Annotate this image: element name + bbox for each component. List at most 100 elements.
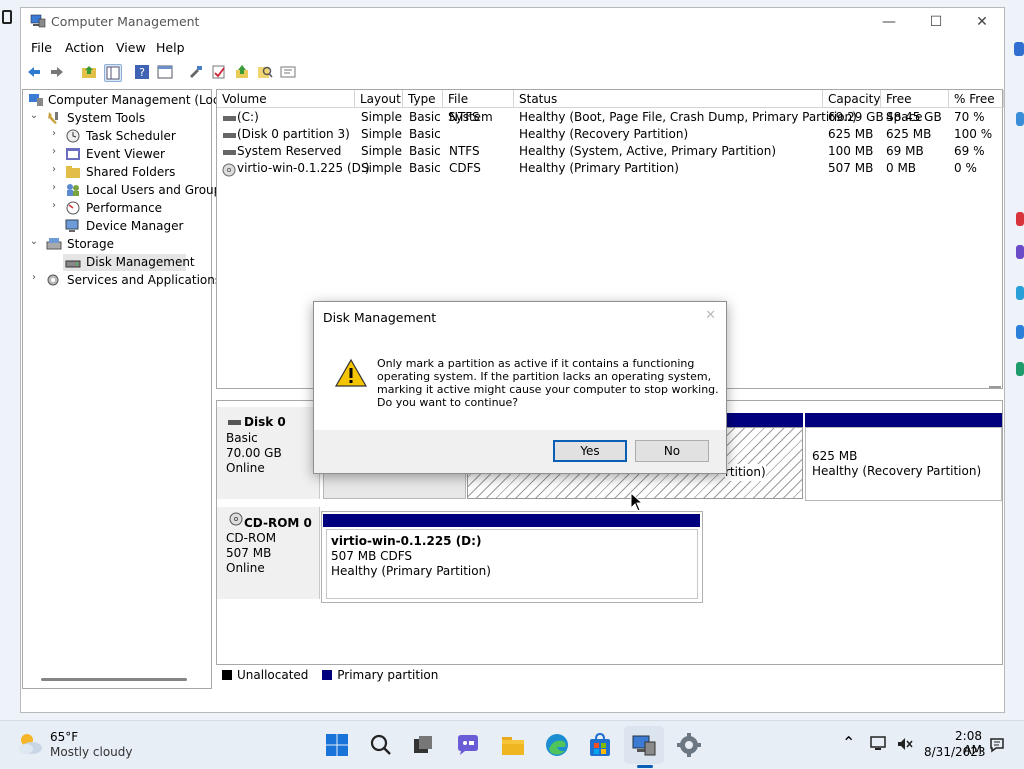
properties-icon[interactable] bbox=[280, 64, 296, 80]
computer-management-taskbar-icon[interactable] bbox=[630, 731, 658, 759]
menu-view[interactable]: View bbox=[116, 40, 146, 55]
cell-layout: Simple bbox=[361, 144, 402, 158]
column-header-status[interactable]: Status bbox=[514, 90, 823, 108]
cell-free-space: 69 MB bbox=[886, 144, 924, 158]
device-manager-icon bbox=[65, 219, 79, 232]
back-arrow-icon[interactable] bbox=[26, 64, 42, 80]
column-header-type[interactable]: Type bbox=[403, 90, 443, 108]
column-header-file-system[interactable]: File System bbox=[443, 90, 514, 124]
file-explorer-icon[interactable] bbox=[499, 731, 527, 759]
chevron-down-icon[interactable]: ⌄ bbox=[29, 236, 39, 247]
chevron-down-icon[interactable]: ⌄ bbox=[29, 110, 39, 121]
column-header-layout[interactable]: Layout bbox=[355, 90, 403, 108]
chevron-right-icon[interactable]: › bbox=[49, 182, 59, 193]
dialog-message-line: Only mark a partition as active if it co… bbox=[377, 357, 695, 370]
dialog-close-icon[interactable]: ✕ bbox=[705, 308, 716, 323]
tree-horizontal-scrollbar[interactable] bbox=[41, 678, 187, 681]
desktop-edge-icon bbox=[1016, 362, 1024, 376]
dialog-title: Disk Management bbox=[323, 310, 437, 325]
tree-item-task-scheduler[interactable]: Task Scheduler bbox=[86, 127, 176, 145]
dialog-message-line: Do you want to continue? bbox=[377, 396, 519, 409]
export-icon[interactable] bbox=[234, 64, 250, 80]
yes-button[interactable]: Yes bbox=[553, 440, 627, 462]
chevron-right-icon[interactable]: › bbox=[49, 146, 59, 157]
tree-item-event-viewer[interactable]: Event Viewer bbox=[86, 145, 165, 163]
tree-item-device-manager[interactable]: Device Manager bbox=[86, 217, 183, 235]
notification-icon[interactable] bbox=[988, 736, 1006, 754]
disk-0-recovery-partition[interactable]: 625 MB Healthy (Recovery Partition) bbox=[805, 413, 1002, 501]
title-bar[interactable]: Computer Management — ☐ ✕ bbox=[21, 8, 1004, 36]
column-header-volume[interactable]: Volume bbox=[217, 90, 355, 108]
start-windows-icon[interactable] bbox=[323, 731, 351, 759]
recovery-status: Healthy (Recovery Partition) bbox=[812, 464, 982, 478]
desktop-edge-icon bbox=[1016, 112, 1024, 126]
no-button[interactable]: No bbox=[635, 440, 709, 462]
settings-gear-icon[interactable] bbox=[675, 731, 703, 759]
chevron-right-icon[interactable]: › bbox=[29, 272, 39, 283]
toolbar: ? bbox=[21, 60, 1004, 84]
weather-cloudy-icon[interactable] bbox=[16, 731, 44, 757]
chat-icon[interactable] bbox=[454, 731, 482, 759]
cell-type: Basic bbox=[409, 110, 441, 124]
search-icon[interactable] bbox=[367, 731, 395, 759]
primary-swatch bbox=[322, 670, 333, 680]
recovery-partition-box: 625 MB Healthy (Recovery Partition) bbox=[805, 427, 1002, 501]
up-folder-icon[interactable] bbox=[81, 64, 97, 80]
edge-browser-icon[interactable] bbox=[543, 731, 571, 759]
legend-unallocated: Unallocated bbox=[237, 668, 309, 682]
chevron-right-icon[interactable]: › bbox=[49, 200, 59, 211]
weather-description[interactable]: Mostly cloudy bbox=[50, 745, 133, 759]
weather-temp[interactable]: 65°F bbox=[50, 730, 78, 744]
tree-item-performance[interactable]: Performance bbox=[86, 199, 162, 217]
chevron-up-icon[interactable]: ⌃ bbox=[842, 733, 855, 752]
check-icon[interactable] bbox=[211, 64, 227, 80]
chevron-right-icon[interactable]: › bbox=[49, 164, 59, 175]
cell-capacity: 69.29 GB bbox=[828, 110, 884, 124]
cell-file-system: NTFS bbox=[449, 110, 480, 124]
chevron-right-icon[interactable]: › bbox=[49, 128, 59, 139]
volume-list-scroll-edge[interactable] bbox=[989, 386, 1001, 388]
computer-management-icon bbox=[30, 14, 46, 28]
taskbar: 65°F Mostly cloudy ⌃ 2:08 AM 8/31/2023 bbox=[0, 720, 1024, 769]
network-icon[interactable] bbox=[870, 736, 888, 752]
menu-help[interactable]: Help bbox=[156, 40, 185, 55]
cell-status: Healthy (Recovery Partition) bbox=[519, 127, 689, 141]
c-partition-label: rtition) bbox=[725, 464, 766, 481]
dialog-title-bar[interactable]: Disk Management ✕ bbox=[314, 302, 726, 332]
tree-system-tools[interactable]: System Tools bbox=[67, 109, 145, 127]
tree-item-local-users[interactable]: Local Users and Groups bbox=[86, 181, 228, 199]
speaker-muted-icon[interactable] bbox=[896, 736, 914, 752]
console-icon[interactable] bbox=[157, 64, 173, 80]
task-view-icon[interactable] bbox=[409, 731, 437, 759]
tree-item-disk-management[interactable]: Disk Management bbox=[86, 253, 195, 271]
column-header-free-space[interactable]: Free Space bbox=[881, 90, 949, 124]
volume-icon bbox=[223, 133, 236, 138]
cell-layout: Simple bbox=[361, 161, 402, 175]
search-icon[interactable] bbox=[257, 64, 273, 80]
disk-0-label[interactable]: Disk 0 Basic 70.00 GB Online bbox=[217, 407, 320, 499]
menu-action[interactable]: Action bbox=[65, 40, 104, 55]
clock-date[interactable]: 8/31/2023 bbox=[924, 745, 986, 759]
column-header-capacity[interactable]: Capacity bbox=[823, 90, 881, 108]
column-header-percent-free[interactable]: % Free bbox=[949, 90, 1004, 108]
services-icon bbox=[47, 274, 59, 286]
minimize-button[interactable]: — bbox=[866, 8, 912, 36]
cell-volume: (Disk 0 partition 3) bbox=[237, 127, 350, 141]
menu-file[interactable]: File bbox=[31, 40, 52, 55]
cdrom-partition-bar bbox=[323, 514, 700, 527]
help-icon[interactable]: ? bbox=[134, 64, 150, 80]
tree-root[interactable]: Computer Management (Local bbox=[48, 91, 230, 109]
tree-item-shared-folders[interactable]: Shared Folders bbox=[86, 163, 175, 181]
cdrom-partition[interactable]: virtio-win-0.1.225 (D:) 507 MB CDFS Heal… bbox=[321, 511, 703, 603]
close-button[interactable]: ✕ bbox=[959, 8, 1005, 36]
tree-storage[interactable]: Storage bbox=[67, 235, 114, 253]
show-hide-tree-icon[interactable] bbox=[104, 64, 122, 82]
disk-management-dialog: Disk Management ✕ Only mark a partition … bbox=[313, 301, 727, 474]
tree-services-applications[interactable]: Services and Applications bbox=[67, 271, 221, 289]
cell-volume: virtio-win-0.1.225 (D:) bbox=[237, 161, 370, 175]
connect-icon[interactable] bbox=[188, 64, 204, 80]
cdrom-0-label[interactable]: CD-ROM 0 CD-ROM 507 MB Online bbox=[217, 507, 320, 599]
forward-arrow-icon[interactable] bbox=[49, 64, 65, 80]
maximize-button[interactable]: ☐ bbox=[913, 8, 959, 36]
store-icon[interactable] bbox=[586, 731, 614, 759]
